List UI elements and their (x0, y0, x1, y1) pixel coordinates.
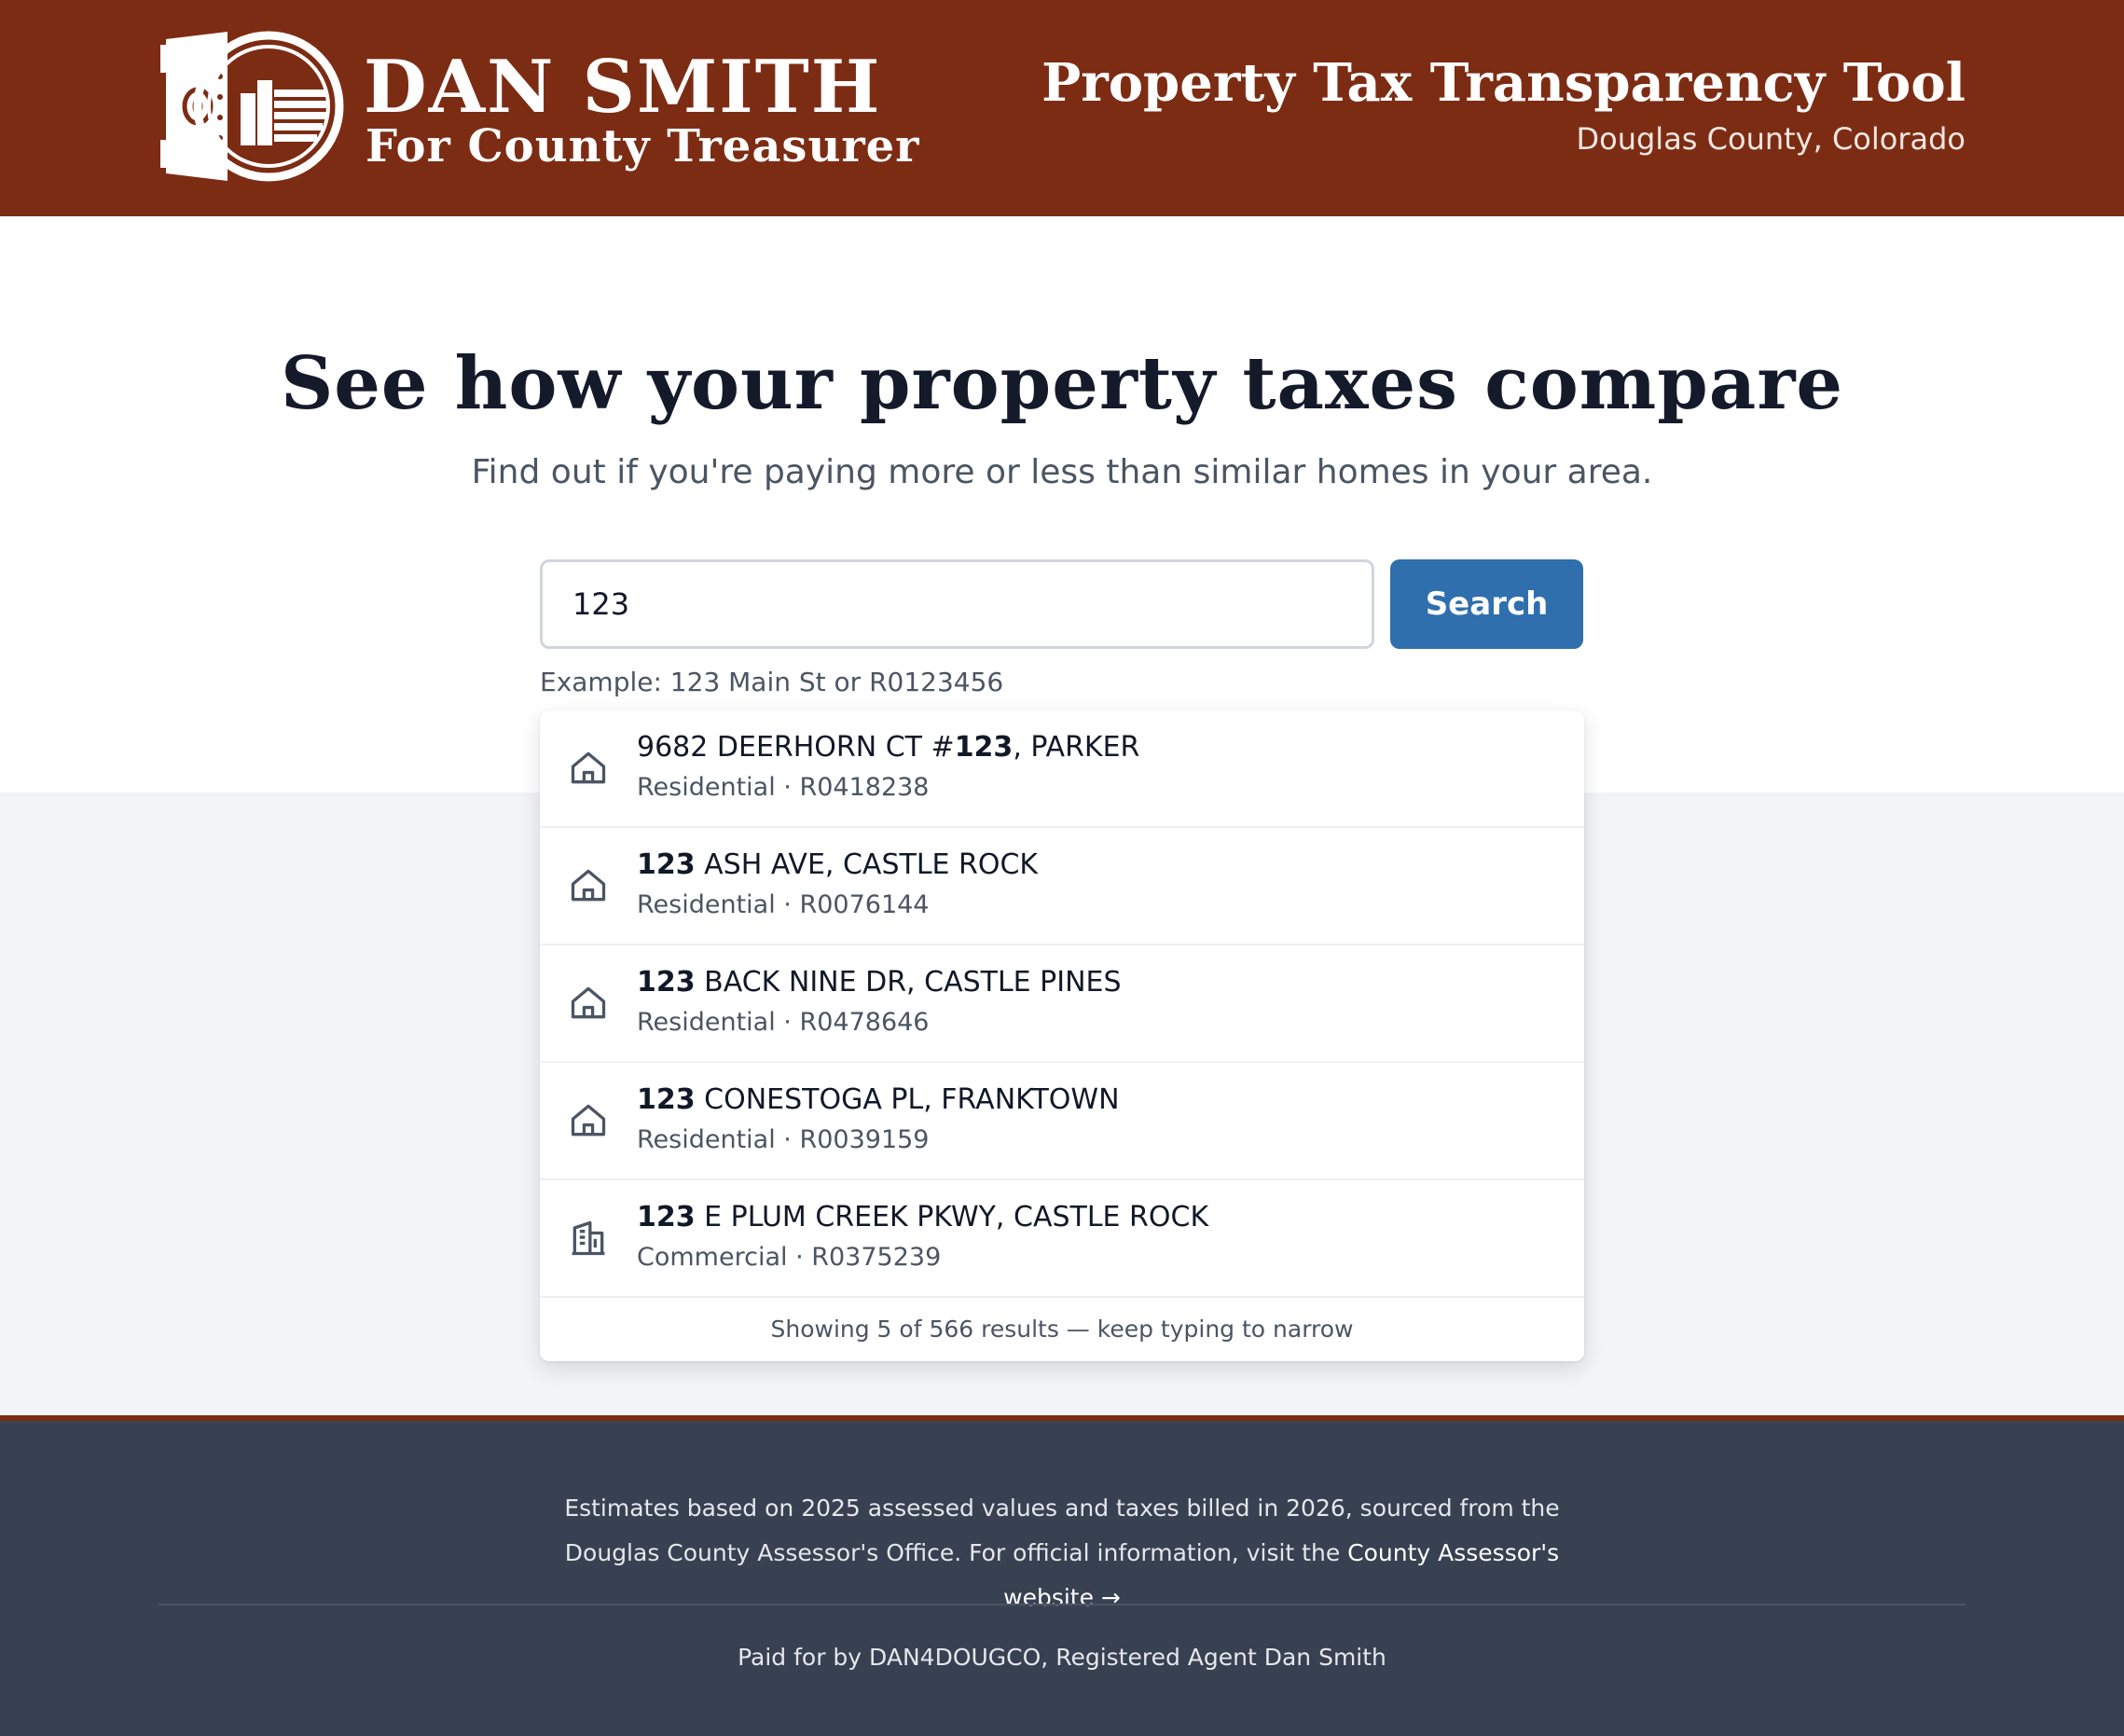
bank-vault-icon (160, 31, 344, 182)
search-results-dropdown: 9682 DEERHORN CT #123, PARKER Residentia… (540, 710, 1584, 1361)
tool-title: Property Tax Transparency Tool (1041, 52, 1965, 114)
search-input[interactable] (540, 559, 1374, 649)
result-address: 123 E PLUM CREEK PKWY, CASTLE ROCK (637, 1201, 1209, 1233)
brand-name: DAN SMITH (364, 45, 882, 130)
result-meta: Residential · R0478646 (637, 1008, 930, 1037)
result-address: 123 BACK NINE DR, CASTLE PINES (637, 966, 1122, 999)
results-count: Showing 5 of 566 results — keep typing t… (770, 1316, 1354, 1343)
office-building-icon (572, 1220, 605, 1256)
paid-for-notice: Paid for by DAN4DOUGCO, Registered Agent… (738, 1644, 1386, 1671)
brand-subtitle: For County Treasurer (365, 120, 920, 172)
house-icon (571, 1104, 606, 1137)
result-address: 123 ASH AVE, CASTLE ROCK (637, 848, 1039, 881)
result-meta: Residential · R0418238 (637, 773, 930, 802)
house-icon (571, 751, 606, 784)
footer-divider (159, 1604, 1965, 1605)
result-item[interactable]: 123 CONESTOGA PL, FRANKTOWN Residential … (540, 1063, 1584, 1180)
search-hint: Example: 123 Main St or R0123456 (540, 667, 1004, 697)
footer-disclaimer: Estimates based on 2025 assessed values … (564, 1495, 1560, 1611)
result-item[interactable]: 9682 DEERHORN CT #123, PARKER Residentia… (540, 710, 1584, 828)
house-icon (571, 986, 606, 1019)
result-address: 9682 DEERHORN CT #123, PARKER (637, 731, 1140, 764)
hero-section: See how your property taxes compare Find… (0, 216, 2124, 792)
result-address: 123 CONESTOGA PL, FRANKTOWN (637, 1083, 1120, 1116)
site-footer: Estimates based on 2025 assessed values … (0, 1415, 2124, 1736)
page-subtitle: Find out if you're paying more or less t… (471, 453, 1653, 491)
result-item[interactable]: 123 BACK NINE DR, CASTLE PINES Residenti… (540, 945, 1584, 1063)
tool-subtitle: Douglas County, Colorado (1576, 121, 1965, 157)
result-item[interactable]: 123 E PLUM CREEK PKWY, CASTLE ROCK Comme… (540, 1180, 1584, 1298)
site-header: DAN SMITH For County Treasurer Property … (0, 0, 2124, 216)
house-icon (571, 869, 606, 902)
result-meta: Residential · R0076144 (637, 890, 930, 919)
result-meta: Residential · R0039159 (637, 1125, 930, 1154)
page-title: See how your property taxes compare (280, 341, 1844, 426)
result-meta: Commercial · R0375239 (637, 1243, 942, 1272)
result-item[interactable]: 123 ASH AVE, CASTLE ROCK Residential · R… (540, 828, 1584, 945)
search-button[interactable]: Search (1390, 559, 1583, 649)
